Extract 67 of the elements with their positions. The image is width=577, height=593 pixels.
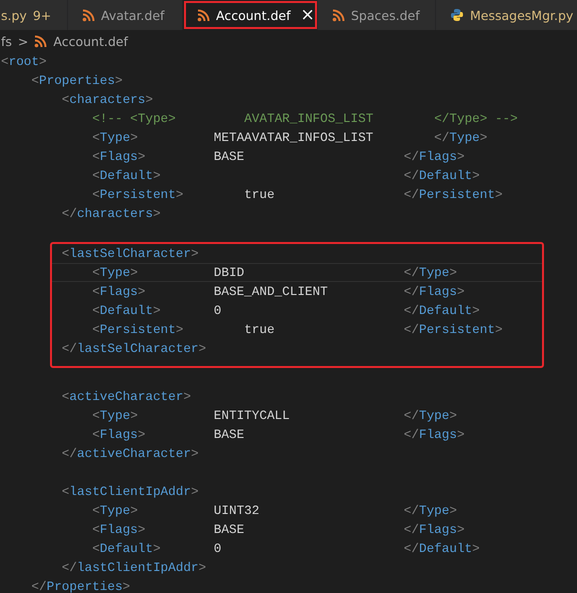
open-tag: <characters> — [62, 90, 153, 109]
open-tag: <Type> — [92, 503, 138, 518]
tag-value: 0 — [214, 303, 222, 318]
open-tag: <Flags> — [92, 427, 146, 442]
rss-icon — [332, 8, 345, 22]
problem-count: 9+ — [32, 8, 52, 22]
tag-value: BASE — [214, 149, 244, 164]
close-tag: </characters> — [62, 204, 161, 223]
code-comment: </Type> --> — [434, 111, 518, 126]
editor-tab[interactable]: Account.def × — [183, 0, 318, 30]
open-tag: <lastClientIpAddr> — [62, 482, 199, 501]
editor-tab[interactable]: MessagesMgr.py — [436, 0, 577, 30]
tag-value: UINT32 — [214, 503, 260, 518]
open-tag: <Persistent> — [92, 187, 184, 202]
close-tag: </Type> — [404, 265, 457, 280]
open-tag: <Flags> — [92, 284, 146, 299]
open-tag: <Default> — [92, 541, 161, 556]
close-tag: </Type> — [404, 408, 457, 423]
close-tag: </Default> — [404, 303, 480, 318]
close-tag: </Type> — [434, 130, 488, 145]
open-tag: <Flags> — [92, 522, 146, 537]
rss-icon — [34, 34, 48, 48]
close-tag: </Flags> — [404, 284, 465, 299]
close-tag: </Default> — [404, 541, 480, 556]
close-tag: </Flags> — [404, 427, 465, 442]
code-comment: <!-- <Type> — [92, 111, 176, 126]
close-tag: </Type> — [404, 503, 457, 518]
tag-value: BASE — [214, 522, 244, 537]
code-comment: AVATAR_INFOS_LIST — [244, 111, 374, 126]
close-tag: </Persistent> — [404, 187, 503, 202]
tag-value: true — [244, 187, 275, 202]
open-tag: <Persistent> — [92, 322, 184, 337]
rss-icon — [82, 8, 95, 22]
editor-tab[interactable]: s.py 9+ — [0, 0, 68, 30]
close-tag: </Flags> — [404, 149, 465, 164]
close-tag: </activeCharacter> — [62, 444, 199, 463]
open-tag: <Type> — [92, 265, 138, 280]
tag-value: BASE_AND_CLIENT — [214, 284, 328, 299]
close-tag: </Flags> — [404, 522, 465, 537]
open-tag: <lastSelCharacter> — [62, 244, 199, 263]
tag-value: METAAVATAR_INFOS_LIST — [214, 130, 374, 145]
open-tag: <Type> — [92, 130, 138, 145]
open-tag: <Default> — [92, 303, 161, 318]
open-tag: <Properties> — [31, 71, 123, 90]
close-tag: </Properties> — [31, 577, 130, 593]
editor-tab[interactable]: Avatar.def — [68, 0, 183, 30]
open-tag: <Flags> — [92, 149, 146, 164]
close-tag: </lastClientIpAddr> — [62, 558, 206, 577]
close-tag: </Default> — [404, 168, 480, 183]
close-tag: </Persistent> — [404, 322, 503, 337]
editor-tab[interactable]: Spaces.def — [318, 0, 436, 30]
tag-value: DBID — [214, 265, 244, 280]
tag-value: BASE — [214, 427, 244, 442]
tag-value: ENTITYCALL — [214, 408, 290, 423]
close-icon[interactable]: × — [300, 5, 315, 25]
tag-value: 0 — [214, 541, 222, 556]
open-tag: <activeCharacter> — [62, 387, 191, 406]
tag-value: true — [244, 322, 275, 337]
open-tag: <root> — [1, 52, 47, 71]
breadcrumb-folder[interactable]: fs — [1, 34, 12, 48]
breadcrumb-file[interactable]: Account.def — [53, 34, 128, 48]
open-tag: <Default> — [92, 168, 161, 183]
open-tag: <Type> — [92, 408, 138, 423]
breadcrumb-separator: > — [18, 34, 28, 48]
python-icon — [450, 8, 464, 22]
rss-icon — [197, 8, 210, 22]
close-tag: </lastSelCharacter> — [62, 339, 206, 358]
